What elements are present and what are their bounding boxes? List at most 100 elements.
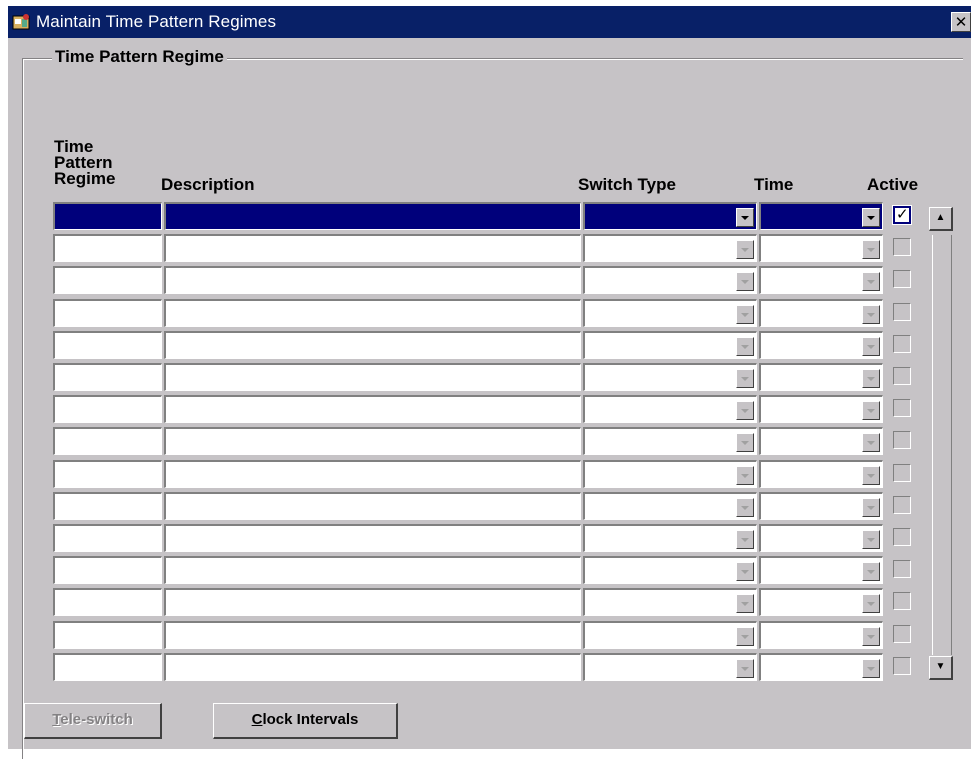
switch-type-select[interactable]: [583, 427, 757, 455]
switch-type-select[interactable]: [583, 202, 757, 230]
description-field[interactable]: [164, 202, 581, 230]
description-field[interactable]: [164, 556, 581, 584]
active-checkbox[interactable]: [893, 496, 911, 514]
dropdown-button[interactable]: [736, 627, 754, 646]
dropdown-button[interactable]: [862, 240, 880, 259]
table-row[interactable]: [53, 395, 913, 423]
dropdown-button[interactable]: [736, 272, 754, 291]
switch-type-select[interactable]: [583, 588, 757, 616]
regime-field[interactable]: [53, 395, 162, 423]
active-checkbox[interactable]: [893, 528, 911, 546]
dropdown-button[interactable]: [736, 305, 754, 324]
table-row[interactable]: [53, 524, 913, 552]
regime-field[interactable]: [53, 331, 162, 359]
dropdown-button[interactable]: [862, 337, 880, 356]
active-checkbox[interactable]: [893, 592, 911, 610]
description-field[interactable]: [164, 621, 581, 649]
regime-field[interactable]: [53, 524, 162, 552]
dropdown-button[interactable]: [862, 659, 880, 678]
description-field[interactable]: [164, 395, 581, 423]
regime-field[interactable]: [53, 460, 162, 488]
switch-type-select[interactable]: [583, 266, 757, 294]
dropdown-button[interactable]: [862, 498, 880, 517]
close-button[interactable]: ✕: [951, 12, 971, 32]
dropdown-button[interactable]: [736, 208, 754, 227]
table-row[interactable]: [53, 588, 913, 616]
switch-type-select[interactable]: [583, 653, 757, 681]
description-field[interactable]: [164, 524, 581, 552]
active-checkbox[interactable]: [893, 367, 911, 385]
table-row[interactable]: [53, 299, 913, 327]
dropdown-button[interactable]: [862, 530, 880, 549]
regime-field[interactable]: [53, 202, 162, 230]
time-select[interactable]: [759, 460, 883, 488]
time-select[interactable]: [759, 653, 883, 681]
time-select[interactable]: [759, 234, 883, 262]
description-field[interactable]: [164, 331, 581, 359]
dropdown-button[interactable]: [862, 208, 880, 227]
dropdown-button[interactable]: [862, 305, 880, 324]
regime-field[interactable]: [53, 363, 162, 391]
dropdown-button[interactable]: [736, 240, 754, 259]
description-field[interactable]: [164, 460, 581, 488]
vertical-scrollbar[interactable]: ▲ ▼: [929, 207, 955, 684]
time-select[interactable]: [759, 331, 883, 359]
description-field[interactable]: [164, 492, 581, 520]
table-row[interactable]: [53, 427, 913, 455]
table-row[interactable]: [53, 556, 913, 584]
time-select[interactable]: [759, 427, 883, 455]
active-checkbox[interactable]: [893, 335, 911, 353]
regime-field[interactable]: [53, 234, 162, 262]
table-row[interactable]: [53, 460, 913, 488]
switch-type-select[interactable]: [583, 556, 757, 584]
table-row[interactable]: [53, 621, 913, 649]
switch-type-select[interactable]: [583, 363, 757, 391]
active-checkbox[interactable]: [893, 625, 911, 643]
regime-field[interactable]: [53, 556, 162, 584]
dropdown-button[interactable]: [862, 433, 880, 452]
description-field[interactable]: [164, 299, 581, 327]
regime-field[interactable]: [53, 427, 162, 455]
time-select[interactable]: [759, 266, 883, 294]
time-select[interactable]: [759, 363, 883, 391]
active-checkbox[interactable]: [893, 560, 911, 578]
time-select[interactable]: [759, 492, 883, 520]
dropdown-button[interactable]: [862, 562, 880, 581]
active-checkbox[interactable]: [893, 238, 911, 256]
dropdown-button[interactable]: [736, 433, 754, 452]
scrollbar-track[interactable]: [932, 235, 952, 655]
description-field[interactable]: [164, 588, 581, 616]
description-field[interactable]: [164, 363, 581, 391]
regime-field[interactable]: [53, 492, 162, 520]
active-checkbox[interactable]: [893, 270, 911, 288]
active-checkbox[interactable]: ✓: [892, 205, 912, 225]
description-field[interactable]: [164, 266, 581, 294]
regime-field[interactable]: [53, 588, 162, 616]
dropdown-button[interactable]: [862, 369, 880, 388]
description-field[interactable]: [164, 234, 581, 262]
table-row[interactable]: ✓: [53, 202, 913, 230]
dropdown-button[interactable]: [736, 401, 754, 420]
title-bar[interactable]: Maintain Time Pattern Regimes ✕: [8, 6, 971, 38]
active-checkbox[interactable]: [893, 431, 911, 449]
active-checkbox[interactable]: [893, 657, 911, 675]
dropdown-button[interactable]: [736, 337, 754, 356]
switch-type-select[interactable]: [583, 299, 757, 327]
regime-field[interactable]: [53, 266, 162, 294]
dropdown-button[interactable]: [736, 659, 754, 678]
table-row[interactable]: [53, 492, 913, 520]
description-field[interactable]: [164, 427, 581, 455]
switch-type-select[interactable]: [583, 395, 757, 423]
clock-intervals-button[interactable]: Clock Intervals: [213, 703, 398, 739]
dropdown-button[interactable]: [736, 530, 754, 549]
tele-switch-button[interactable]: Tele-switch: [24, 703, 162, 739]
time-select[interactable]: [759, 556, 883, 584]
dropdown-button[interactable]: [736, 369, 754, 388]
dropdown-button[interactable]: [862, 401, 880, 420]
switch-type-select[interactable]: [583, 524, 757, 552]
table-row[interactable]: [53, 234, 913, 262]
dropdown-button[interactable]: [862, 466, 880, 485]
time-select[interactable]: [759, 299, 883, 327]
dropdown-button[interactable]: [736, 466, 754, 485]
regime-field[interactable]: [53, 653, 162, 681]
